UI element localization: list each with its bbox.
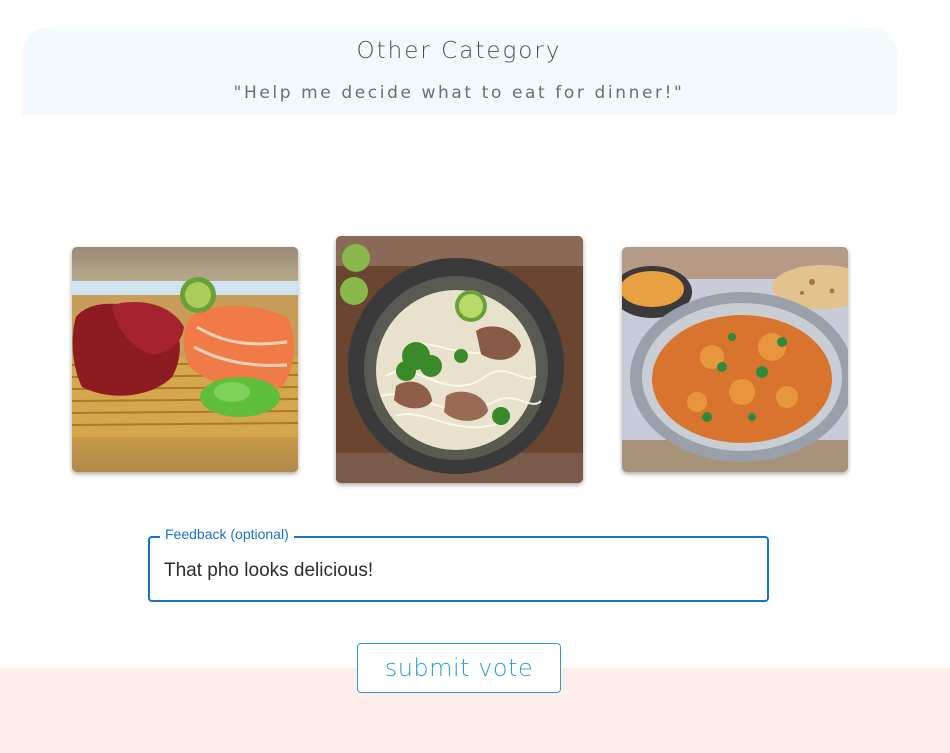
curry-photo [622, 247, 848, 472]
submit-vote-button[interactable]: submit vote [357, 643, 561, 693]
food-option-curry[interactable] [622, 247, 848, 472]
vote-page: Other Category "Help me decide what to e… [0, 0, 950, 753]
sashimi-photo [72, 247, 298, 472]
food-option-sashimi[interactable] [72, 247, 298, 472]
category-question: "Help me decide what to eat for dinner!" [233, 83, 685, 103]
food-option-pho[interactable] [336, 236, 583, 483]
feedback-value[interactable]: That pho looks delicious! [164, 560, 373, 582]
feedback-label: Feedback (optional) [160, 526, 294, 542]
category-title: Other Category [356, 38, 562, 64]
pho-photo [336, 236, 583, 483]
